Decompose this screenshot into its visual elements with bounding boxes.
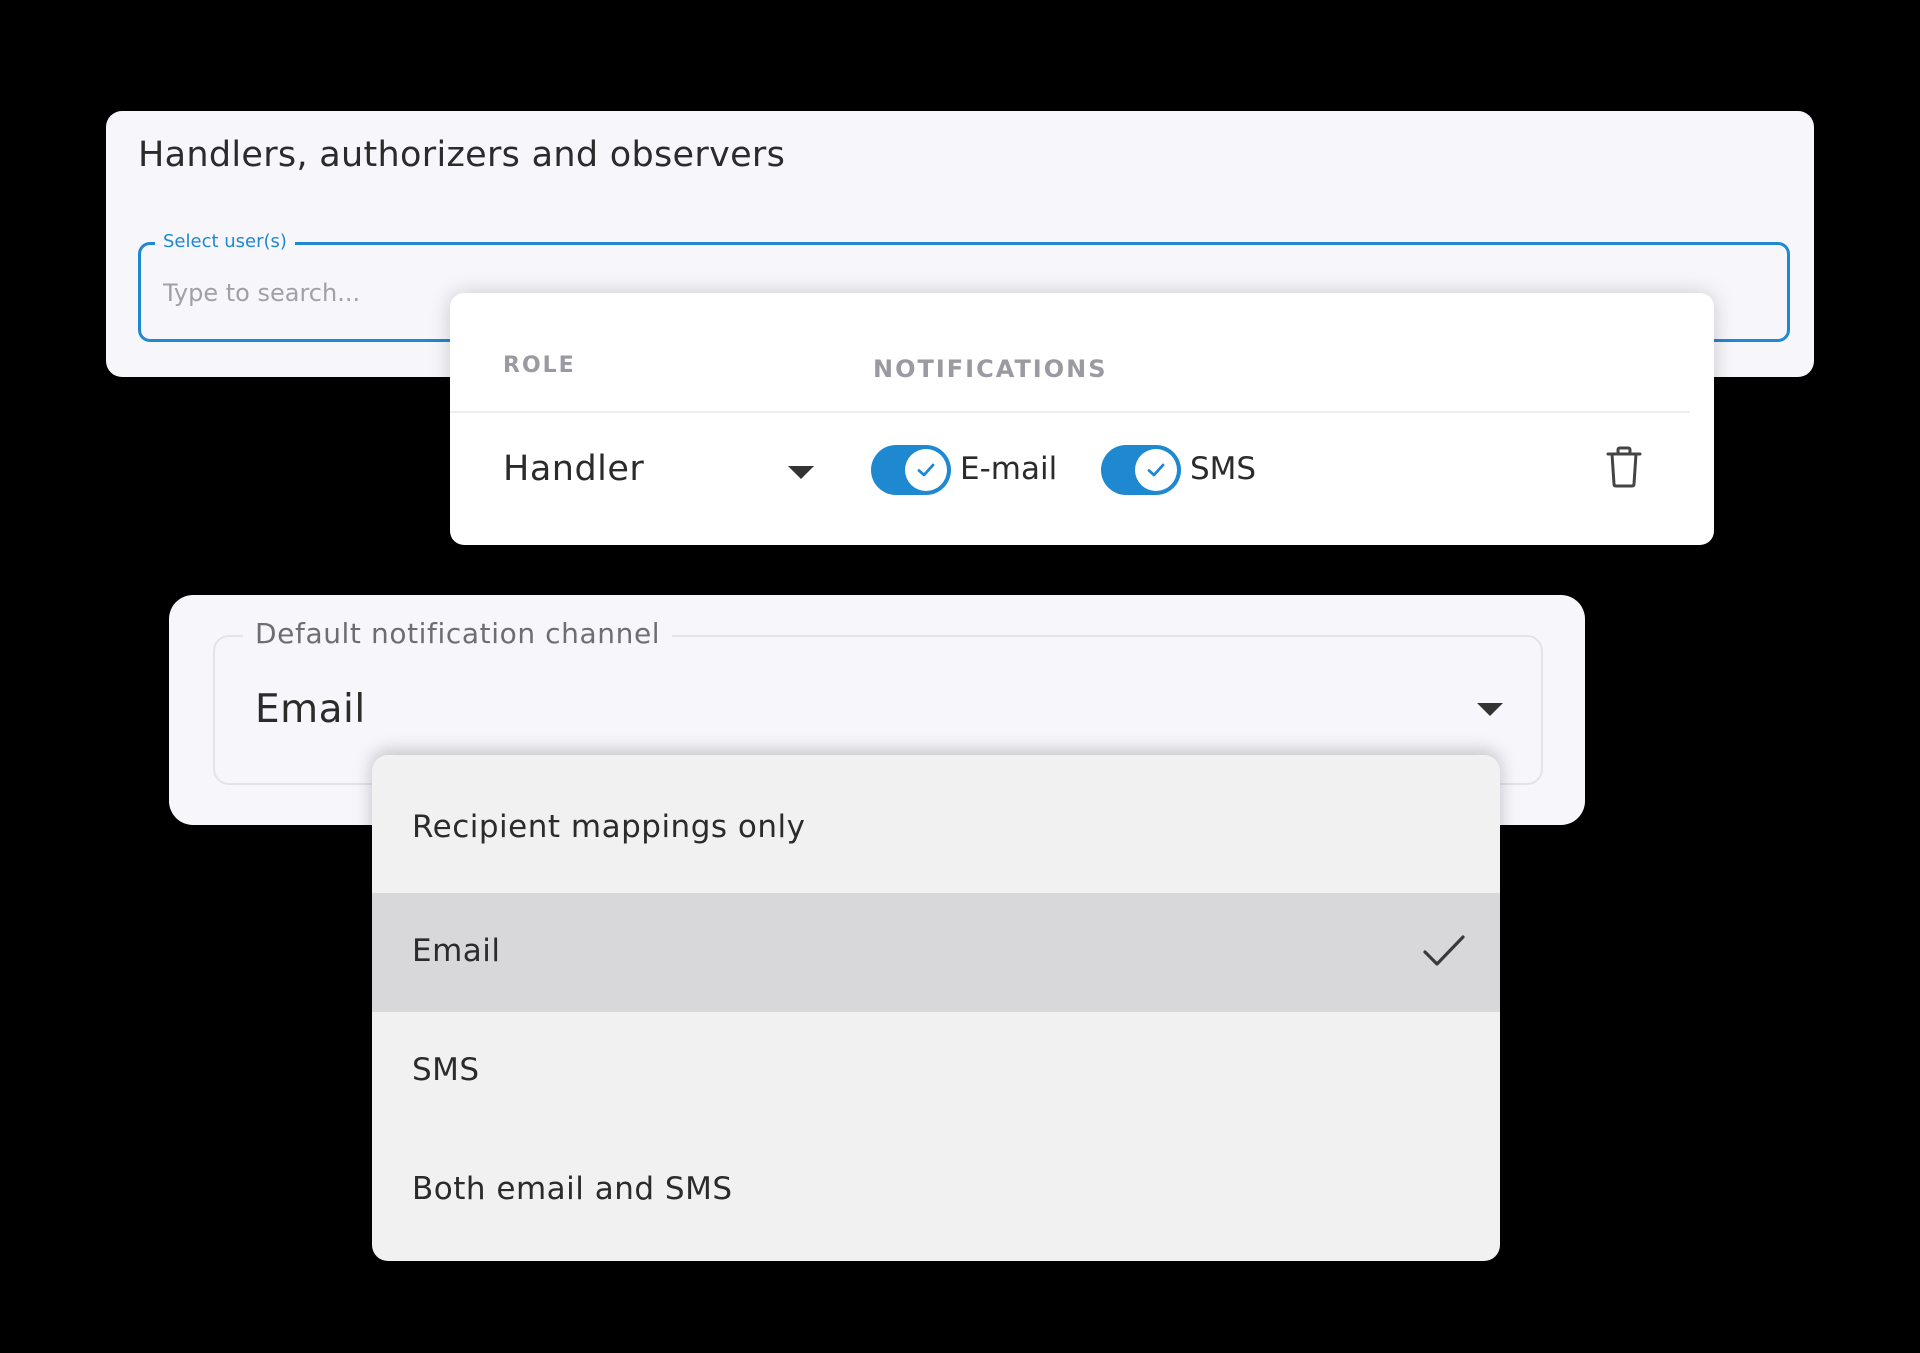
menu-option-email[interactable]: Email <box>372 893 1500 1012</box>
toggle-knob <box>1135 449 1177 491</box>
trash-icon[interactable] <box>1606 446 1642 488</box>
check-icon <box>1423 935 1465 966</box>
role-notifications-card: ROLE NOTIFICATIONS Handler E-mail SMS <box>450 293 1714 545</box>
sms-toggle-label: SMS <box>1190 451 1257 487</box>
check-icon <box>917 463 935 477</box>
default-channel-value: Email <box>255 687 366 732</box>
select-users-search-input[interactable] <box>161 273 461 313</box>
role-column-header: ROLE <box>503 353 576 378</box>
channel-options-menu: Recipient mappings only Email SMS Both e… <box>372 755 1500 1261</box>
caret-down-icon <box>1477 703 1503 716</box>
email-toggle-label: E-mail <box>960 451 1058 487</box>
toggle-knob <box>905 449 947 491</box>
sms-notification-toggle[interactable] <box>1101 445 1181 495</box>
menu-option-sms[interactable]: SMS <box>372 1012 1500 1131</box>
menu-option-label: Recipient mappings only <box>412 809 806 845</box>
select-users-label: Select user(s) <box>155 231 295 252</box>
email-notification-toggle[interactable] <box>871 445 951 495</box>
menu-option-label: SMS <box>412 1052 480 1088</box>
caret-down-icon <box>788 466 814 479</box>
menu-option-label: Both email and SMS <box>412 1171 733 1207</box>
handlers-card-title: Handlers, authorizers and observers <box>138 135 786 175</box>
menu-option-recipient-mappings[interactable]: Recipient mappings only <box>372 769 1500 888</box>
role-select-value: Handler <box>503 449 645 489</box>
menu-option-both[interactable]: Both email and SMS <box>372 1131 1500 1250</box>
check-icon <box>1147 463 1165 477</box>
default-channel-label: Default notification channel <box>243 617 673 650</box>
menu-option-label: Email <box>412 933 501 969</box>
notifications-column-header: NOTIFICATIONS <box>873 355 1108 383</box>
role-select[interactable]: Handler <box>503 441 833 501</box>
header-divider <box>450 411 1690 413</box>
